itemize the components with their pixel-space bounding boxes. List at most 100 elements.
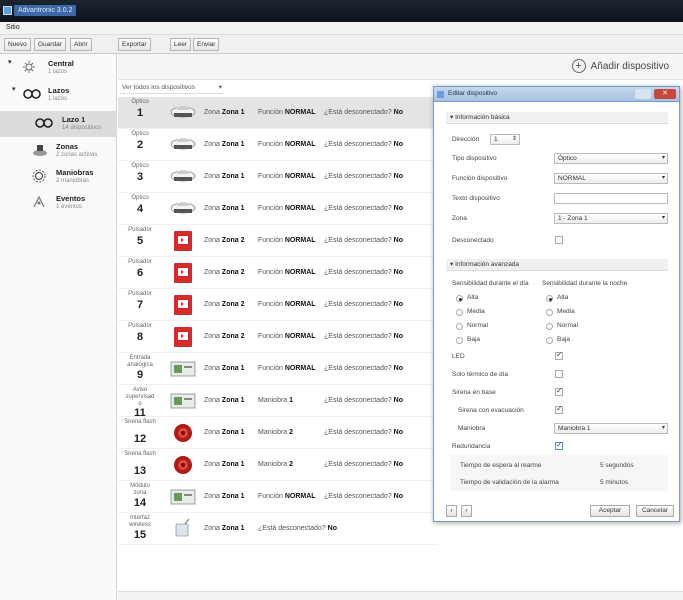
disconnected-text: ¿Está desconectado? No [324, 109, 403, 116]
device-number: 5 [136, 235, 144, 247]
edit-device-dialog: Editar dispositivo ✕ ▾ Información básic… [433, 86, 680, 522]
smoke-detector-icon [168, 103, 198, 123]
chevron-down-icon: ▾ [661, 425, 665, 431]
disconnected-question: ¿Está desconectado? [324, 365, 392, 372]
led-checkbox[interactable] [555, 350, 563, 360]
maneuver-value: Maniobra 1 [558, 425, 591, 432]
address-stepper[interactable]: 1 ⇕ [490, 134, 520, 145]
function-text: Función NORMAL [258, 301, 316, 308]
function-label: Función [258, 205, 283, 212]
save-button[interactable]: Guardar [34, 38, 66, 51]
device-row[interactable]: Pulsador 7 Zona Zona 2 Función NORMAL ¿Está … [118, 289, 438, 321]
function-value: NORMAL [284, 365, 316, 372]
device-text-input[interactable] [554, 193, 668, 204]
zone-value: Zona 1 [221, 109, 245, 116]
device-row[interactable]: Interfaz wireless 15 Zona Zona 1 ¿Está desc… [118, 513, 438, 545]
night-sensitivity-radio[interactable] [546, 323, 553, 330]
basic-info-header[interactable]: ▾ Información básica [446, 112, 668, 124]
function-label: Función [258, 109, 283, 116]
function-value: NORMAL [284, 301, 316, 308]
zone-label: Zona [204, 205, 220, 212]
day-sensitivity-radio[interactable] [456, 337, 463, 344]
sidebar-item-lazo-1[interactable]: Lazo 1 14 dispositivos [0, 111, 117, 137]
export-button[interactable]: Exportar [118, 38, 151, 51]
device-row[interactable]: Pulsador 5 Zona Zona 2 Función NORMAL ¿Está … [118, 225, 438, 257]
function-text: Función NORMAL [258, 333, 316, 340]
sidebar-item-lazos[interactable]: ▾ Lazos 1 lazos [0, 83, 117, 109]
prev-device-button[interactable]: ‹ [446, 505, 457, 517]
open-button[interactable]: Abrir [70, 38, 92, 51]
call-point-icon [168, 231, 198, 251]
night-sensitivity-radio[interactable] [546, 309, 553, 316]
zone-label: Zona [204, 237, 220, 244]
night-sensitivity-radio[interactable] [546, 337, 553, 344]
disconnected-answer: No [393, 173, 404, 180]
day-sensitivity-radio[interactable] [456, 309, 463, 316]
horizontal-scrollbar[interactable] [118, 591, 683, 600]
read-button[interactable]: Leer [170, 38, 192, 51]
disconnected-answer: No [393, 333, 404, 340]
device-row[interactable]: Aviso supervisad o 11 Zona Zona 1 Maniobra … [118, 385, 438, 419]
device-filter-select[interactable]: Ver todos los dispositivos ▾ [120, 83, 224, 94]
expand-arrow-icon[interactable]: ▾ [8, 58, 12, 66]
device-row[interactable]: Pulsador 8 Zona Zona 2 Función NORMAL ¿Está … [118, 321, 438, 353]
new-button[interactable]: Nuevo [4, 38, 31, 51]
disconnected-answer: No [393, 205, 404, 212]
night-sensitivity-label: Sensibilidad durante la noche [542, 280, 628, 287]
disconnected-question: ¿Está desconectado? [324, 173, 392, 180]
next-device-button[interactable]: › [461, 505, 472, 517]
night-sensitivity-radio[interactable] [546, 295, 553, 302]
device-row[interactable]: Óptico 3 Zona Zona 1 Función NORMAL ¿Está de… [118, 161, 438, 193]
dialog-title: Editar dispositivo [448, 90, 498, 97]
device-row[interactable]: Sirena flash 12 Zona Zona 1 Maniobra 2 ¿Está… [118, 417, 438, 449]
sidebar-item-zonas[interactable]: Zonas 2 zonas activas [0, 139, 117, 165]
disconnected-checkbox[interactable] [555, 236, 563, 244]
disconnected-question: ¿Está desconectado? [324, 397, 392, 404]
disconnected-answer: No [393, 301, 404, 308]
content-header: + Añadir dispositivo [118, 54, 683, 80]
redundancy-checkbox[interactable] [555, 440, 563, 450]
zone-select[interactable]: 1 - Zona 1 ▾ [554, 213, 668, 224]
accept-button[interactable]: Aceptar [590, 505, 630, 517]
device-number: 14 [133, 497, 147, 509]
device-number: 7 [136, 299, 144, 311]
add-device-button[interactable]: + Añadir dispositivo [571, 59, 669, 75]
device-row[interactable]: Óptico 2 Zona Zona 1 Función NORMAL ¿Está de… [118, 129, 438, 161]
maneuver-select[interactable]: Maniobra 1 ▾ [554, 423, 668, 434]
day-sensitivity-option-label: Media [467, 308, 485, 315]
function-value: NORMAL [284, 109, 316, 116]
device-row[interactable]: Entrada analógica 9 Zona Zona 1 Función NOR… [118, 353, 438, 385]
day-sensitivity-radio[interactable] [456, 323, 463, 330]
device-row[interactable]: Módulo zona 14 Zona Zona 1 Función NORMAL ¿E… [118, 481, 438, 513]
close-button[interactable]: ✕ [654, 89, 676, 99]
function-label: Función [258, 365, 283, 372]
disconnected-question: ¿Está desconectado? [324, 141, 392, 148]
device-row[interactable]: Sirena flash 13 Zona Zona 1 Maniobra 2 ¿Está… [118, 449, 438, 481]
base-siren-checkbox[interactable] [555, 386, 563, 396]
day-sensitivity-radio[interactable] [456, 295, 463, 302]
function-label: Función [258, 141, 283, 148]
central-icon [23, 61, 35, 73]
zone-text: Zona Zona 1 [204, 141, 244, 148]
thermal-checkbox[interactable] [555, 370, 563, 378]
menu-sitio[interactable]: Sitio [6, 24, 20, 31]
sidebar-item-maniobras[interactable]: Maniobras 2 maniobras [0, 165, 117, 191]
evac-siren-checkbox[interactable] [555, 404, 563, 414]
minimize-button[interactable] [635, 89, 651, 99]
device-function-select[interactable]: NORMAL ▾ [554, 173, 668, 184]
device-type-select[interactable]: Óptico ▾ [554, 153, 668, 164]
cancel-button[interactable]: Cancelar [636, 505, 674, 517]
device-row[interactable]: Óptico 1 Zona Zona 1 Función NORMAL ¿Está de… [118, 97, 438, 129]
sidebar-item-central[interactable]: ▾ Central 1 lazos [0, 56, 117, 82]
expand-arrow-icon[interactable]: ▾ [12, 85, 16, 93]
address-label: Dirección [452, 136, 480, 143]
send-button[interactable]: Enviar [193, 38, 220, 51]
advanced-info-header[interactable]: ▾ Información avanzada [446, 259, 668, 271]
validation-time-value: 5 minutos [600, 479, 629, 486]
sidebar-item-eventos[interactable]: Eventos 1 eventos [0, 191, 117, 217]
device-row[interactable]: Pulsador 6 Zona Zona 2 Función NORMAL ¿Está … [118, 257, 438, 289]
menu-bar: Sitio [0, 22, 683, 35]
disconnected-question: ¿Está desconectado? [324, 269, 392, 276]
zone-value: Zona 1 [221, 141, 245, 148]
device-row[interactable]: Óptico 4 Zona Zona 1 Función NORMAL ¿Está de… [118, 193, 438, 225]
